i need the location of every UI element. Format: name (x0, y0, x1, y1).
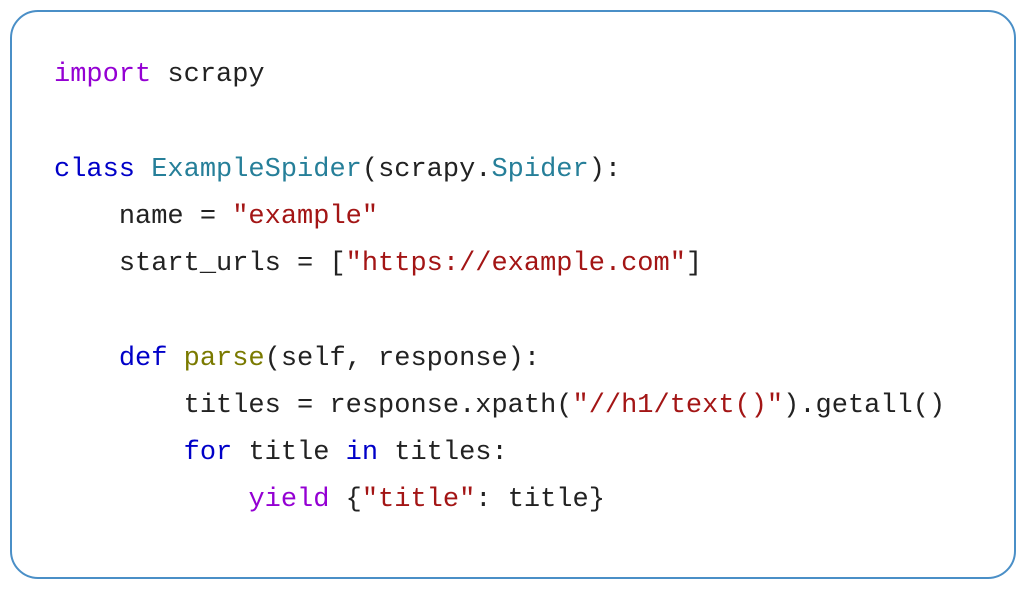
space (329, 485, 345, 515)
indent (54, 344, 119, 374)
space (329, 438, 345, 468)
loop-var: title (248, 438, 329, 468)
kw-in: in (346, 438, 378, 468)
space (167, 344, 183, 374)
kw-for: for (184, 438, 233, 468)
equals: = (184, 202, 233, 232)
code-block: import scrapy class ExampleSpider(scrapy… (54, 52, 974, 525)
equals: = (281, 391, 330, 421)
class-name: ExampleSpider (151, 155, 362, 185)
attr-name: name (119, 202, 184, 232)
indent (54, 391, 184, 421)
expr: response.xpath( (329, 391, 572, 421)
iterable: titles: (394, 438, 507, 468)
open-bracket: [ (329, 249, 345, 279)
space (378, 438, 394, 468)
kw-import: import (54, 60, 151, 90)
dot: . (475, 155, 491, 185)
close-bracket: ] (686, 249, 702, 279)
kw-class: class (54, 155, 135, 185)
open-brace: { (346, 485, 362, 515)
close-brace: } (589, 485, 605, 515)
dict-value: title (508, 485, 589, 515)
string-literal: "https://example.com" (346, 249, 686, 279)
string-literal: "example" (232, 202, 378, 232)
open-paren: ( (362, 155, 378, 185)
dict-key: "title" (362, 485, 475, 515)
expr: ).getall() (783, 391, 945, 421)
space (232, 438, 248, 468)
kw-yield: yield (248, 485, 329, 515)
function-name: parse (184, 344, 265, 374)
indent (54, 202, 119, 232)
indent (54, 438, 184, 468)
params: (self, response): (265, 344, 540, 374)
base-namespace: scrapy (378, 155, 475, 185)
indent (54, 485, 248, 515)
close-paren-colon: ): (589, 155, 621, 185)
base-class: Spider (491, 155, 588, 185)
kw-def: def (119, 344, 168, 374)
code-card: import scrapy class ExampleSpider(scrapy… (10, 10, 1016, 579)
attr-name: start_urls (119, 249, 281, 279)
colon: : (475, 485, 507, 515)
indent (54, 249, 119, 279)
string-literal: "//h1/text()" (573, 391, 784, 421)
equals: = (281, 249, 330, 279)
var-name: titles (184, 391, 281, 421)
module-name: scrapy (167, 60, 264, 90)
